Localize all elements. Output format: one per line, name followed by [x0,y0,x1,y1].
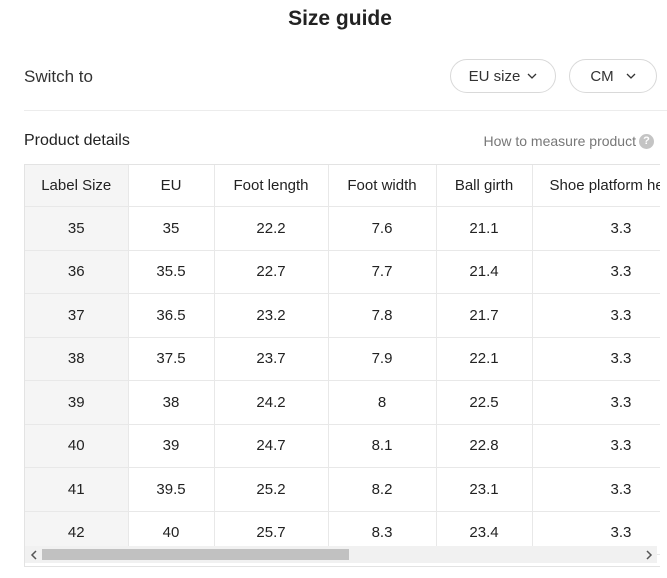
question-circle-icon: ? [639,133,654,149]
cell-foot-length: 25.2 [214,467,329,512]
page-title: Size guide [288,7,392,30]
cell-label-size: 38 [25,337,129,381]
how-to-measure-link[interactable]: How to measure product ? [483,133,654,149]
cell-label-size: 35 [25,206,129,251]
header-eu: EU [128,165,215,207]
chevron-right-icon[interactable] [640,546,657,563]
cell-label-size: 39 [25,380,129,425]
cell-label-size: 40 [25,424,129,468]
cell-shoe-platform-height: 3.3 [532,337,660,381]
cell-ball-girth: 22.5 [436,380,533,425]
table-row: 40 39 24.7 8.1 22.8 3.3 [25,424,660,468]
cell-foot-width: 7.7 [328,250,437,294]
chevron-left-icon[interactable] [25,546,42,563]
table-row: 36 35.5 22.7 7.7 21.4 3.3 [25,250,660,294]
header-shoe-platform-height: Shoe platform height [532,165,660,207]
table-row: 35 35 22.2 7.6 21.1 3.3 [25,206,660,251]
cell-ball-girth: 21.7 [436,293,533,338]
scrollbar-thumb[interactable] [42,549,349,560]
cell-ball-girth: 21.4 [436,250,533,294]
cell-eu: 39 [128,424,215,468]
horizontal-scrollbar[interactable] [25,546,657,563]
size-table: Label Size EU Foot length Foot width Bal… [25,165,660,555]
table-row: 37 36.5 23.2 7.8 21.7 3.3 [25,293,660,338]
chevron-down-icon [626,73,636,79]
cell-shoe-platform-height: 3.3 [532,206,660,251]
cell-foot-length: 22.2 [214,206,329,251]
cell-shoe-platform-height: 3.3 [532,250,660,294]
cell-ball-girth: 22.1 [436,337,533,381]
cell-foot-width: 7.6 [328,206,437,251]
size-table-container: Label Size EU Foot length Foot width Bal… [24,164,660,567]
header-label-size: Label Size [25,165,129,207]
table-row: 38 37.5 23.7 7.9 22.1 3.3 [25,337,660,381]
cell-eu: 35.5 [128,250,215,294]
table-header-row: Label Size EU Foot length Foot width Bal… [25,165,660,207]
header-foot-length: Foot length [214,165,329,207]
cell-ball-girth: 22.8 [436,424,533,468]
cell-eu: 39.5 [128,467,215,512]
cell-ball-girth: 21.1 [436,206,533,251]
how-to-measure-label: How to measure product [483,133,636,149]
cell-eu: 37.5 [128,337,215,381]
cell-foot-width: 8.1 [328,424,437,468]
cell-shoe-platform-height: 3.3 [532,293,660,338]
cell-label-size: 41 [25,467,129,512]
cell-foot-length: 23.2 [214,293,329,338]
product-details-title: Product details [24,132,130,149]
cell-foot-length: 24.2 [214,380,329,425]
table-row: 41 39.5 25.2 8.2 23.1 3.3 [25,467,660,512]
cell-foot-width: 7.8 [328,293,437,338]
size-system-value: EU size [468,67,521,85]
cell-foot-length: 23.7 [214,337,329,381]
cell-eu: 36.5 [128,293,215,338]
divider [24,110,667,111]
table-row: 39 38 24.2 8 22.5 3.3 [25,380,660,425]
cell-eu: 35 [128,206,215,251]
cell-foot-length: 24.7 [214,424,329,468]
cell-label-size: 36 [25,250,129,294]
cell-shoe-platform-height: 3.3 [532,424,660,468]
switch-to-label: Switch to [24,67,93,86]
header-ball-girth: Ball girth [436,165,533,207]
header-foot-width: Foot width [328,165,437,207]
cell-foot-width: 7.9 [328,337,437,381]
chevron-down-icon [527,73,537,79]
unit-dropdown[interactable]: CM [569,59,657,93]
cell-foot-width: 8.2 [328,467,437,512]
cell-foot-length: 22.7 [214,250,329,294]
cell-eu: 38 [128,380,215,425]
size-system-dropdown[interactable]: EU size [450,59,556,93]
cell-label-size: 37 [25,293,129,338]
unit-value: CM [590,67,614,85]
cell-foot-width: 8 [328,380,437,425]
cell-ball-girth: 23.1 [436,467,533,512]
cell-shoe-platform-height: 3.3 [532,467,660,512]
cell-shoe-platform-height: 3.3 [532,380,660,425]
